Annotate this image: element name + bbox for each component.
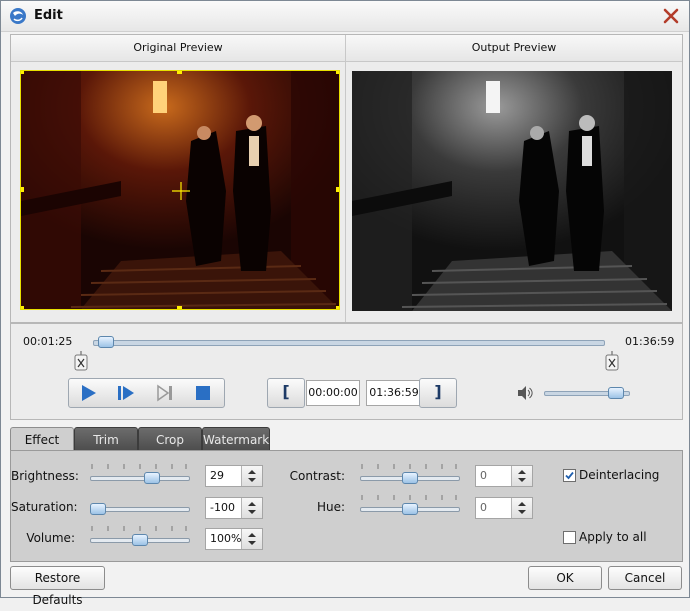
hue-ticks — [361, 495, 457, 500]
original-preview-video[interactable] — [20, 70, 340, 310]
saturation-value: -100 — [210, 501, 235, 514]
hue-spin-buttons[interactable] — [511, 498, 532, 518]
crop-handle-tr[interactable] — [336, 71, 339, 74]
spin-arrows-icon — [248, 533, 256, 545]
brightness-spinbox[interactable]: 29 — [205, 465, 263, 487]
crop-handle-t[interactable] — [177, 71, 182, 74]
spin-arrows-icon — [248, 502, 256, 514]
apply-to-all-checkbox[interactable] — [563, 531, 576, 544]
volume-slider-thumb[interactable] — [132, 534, 148, 546]
end-marker-icon[interactable] — [605, 351, 619, 371]
output-preview-video — [352, 71, 672, 311]
close-icon[interactable] — [661, 6, 681, 26]
volume-spinbox[interactable]: 100% — [205, 528, 263, 550]
ok-button[interactable]: OK — [528, 566, 602, 590]
master-volume-thumb[interactable] — [608, 387, 625, 399]
playback-button-group — [68, 378, 225, 408]
right-bracket-icon: ] — [434, 382, 442, 401]
crop-handle-r[interactable] — [336, 187, 339, 192]
brightness-spin-buttons[interactable] — [241, 466, 262, 486]
current-time: 00:01:25 — [23, 335, 73, 348]
play-button[interactable] — [69, 379, 107, 405]
checkmark-icon — [565, 471, 574, 480]
play-icon — [82, 385, 96, 401]
output-frame-image — [352, 71, 672, 311]
crop-handle-bl[interactable] — [21, 306, 24, 309]
title-bar: Edit — [1, 1, 689, 32]
contrast-value: 0 — [480, 469, 487, 482]
window-title: Edit — [34, 8, 63, 23]
spin-arrows-icon — [248, 470, 256, 482]
volume-value: 100% — [210, 532, 242, 545]
effect-panel: Brightness: 29 Saturation: -100 Volume: … — [10, 450, 683, 562]
crop-handle-tl[interactable] — [21, 71, 24, 74]
contrast-ticks — [361, 464, 457, 469]
last-frame-button[interactable] — [146, 379, 184, 405]
saturation-spin-buttons[interactable] — [241, 498, 262, 518]
output-preview-header: Output Preview — [346, 35, 682, 62]
crop-handle-br[interactable] — [336, 306, 339, 309]
contrast-spin-buttons[interactable] — [511, 466, 532, 486]
hue-label: Hue: — [316, 500, 345, 514]
crop-handle-b[interactable] — [177, 306, 182, 309]
next-frame-icon — [118, 386, 134, 400]
tab-crop[interactable]: Crop — [138, 427, 202, 452]
deinterlacing-checkbox[interactable] — [563, 469, 576, 482]
crop-handle-l[interactable] — [21, 187, 24, 192]
spin-arrows-icon — [518, 470, 526, 482]
brightness-slider[interactable] — [90, 476, 190, 481]
edit-window: Edit Original Preview Output Preview 00:… — [0, 0, 690, 607]
apply-to-all-label[interactable]: Apply to all — [579, 530, 647, 544]
tab-trim[interactable]: Trim — [74, 427, 138, 452]
original-preview-header: Original Preview — [11, 35, 345, 62]
cancel-button[interactable]: Cancel — [608, 566, 682, 590]
set-end-button[interactable]: ] — [419, 378, 457, 408]
saturation-spinbox[interactable]: -100 — [205, 497, 263, 519]
crosshair-icon — [172, 182, 190, 200]
brightness-value: 29 — [210, 469, 224, 482]
volume-label: Volume: — [26, 531, 75, 545]
next-frame-button[interactable] — [107, 379, 145, 405]
preview-divider — [345, 35, 346, 322]
stop-button[interactable] — [184, 379, 222, 405]
playback-controls: 00:01:25 01:36:59 [00:00:00 01:36:59] — [10, 323, 683, 420]
spin-arrows-icon — [518, 502, 526, 514]
brightness-slider-thumb[interactable] — [143, 472, 160, 484]
saturation-label: Saturation: — [11, 500, 78, 514]
hue-slider-thumb[interactable] — [402, 503, 418, 515]
timeline-track[interactable] — [93, 340, 605, 346]
app-icon — [10, 8, 26, 24]
volume-spin-buttons[interactable] — [241, 529, 262, 549]
timeline-thumb[interactable] — [97, 336, 114, 348]
end-time: 01:36:59 — [625, 335, 675, 348]
brightness-label: Brightness: — [11, 469, 79, 483]
contrast-spinbox[interactable]: 0 — [475, 465, 533, 487]
set-start-button[interactable]: [ — [267, 378, 305, 408]
start-marker-icon[interactable] — [74, 351, 88, 371]
speaker-icon[interactable] — [516, 384, 534, 402]
tab-watermark[interactable]: Watermark — [202, 427, 270, 452]
contrast-label: Contrast: — [289, 469, 345, 483]
brightness-ticks — [91, 464, 187, 469]
clip-end-time[interactable]: 01:36:59 — [366, 380, 422, 406]
deinterlacing-label[interactable]: Deinterlacing — [579, 468, 659, 482]
restore-defaults-button[interactable]: Restore Defaults — [10, 566, 105, 607]
preview-area: Original Preview Output Preview — [10, 34, 683, 323]
contrast-slider-thumb[interactable] — [402, 472, 418, 484]
last-frame-icon — [157, 384, 172, 402]
left-bracket-icon: [ — [282, 382, 290, 401]
stop-icon — [196, 386, 210, 400]
volume-ticks — [91, 526, 187, 531]
hue-spinbox[interactable]: 0 — [475, 497, 533, 519]
clip-start-time[interactable]: 00:00:00 — [306, 380, 360, 406]
saturation-slider-thumb[interactable] — [90, 503, 106, 515]
hue-value: 0 — [480, 501, 487, 514]
